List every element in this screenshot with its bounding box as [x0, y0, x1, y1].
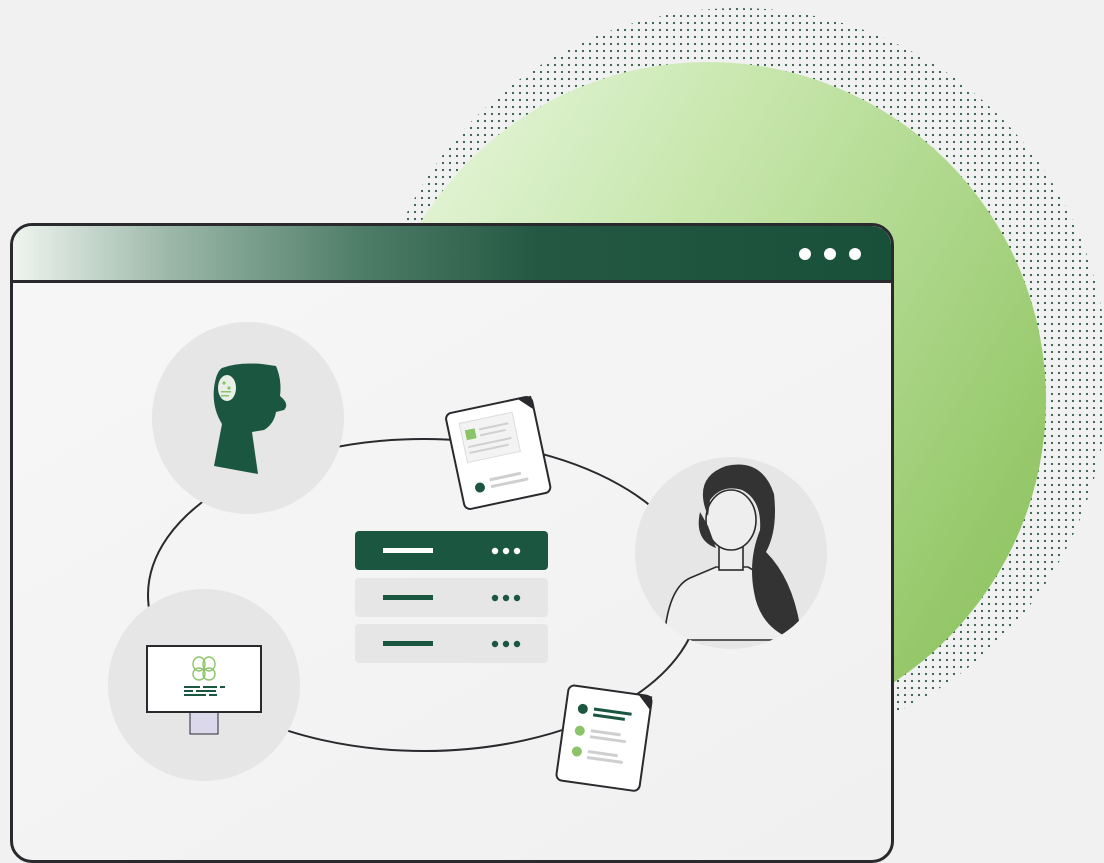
window-dot[interactable] — [799, 248, 811, 260]
window-dot[interactable] — [849, 248, 861, 260]
window-controls — [799, 248, 861, 260]
window-dot[interactable] — [824, 248, 836, 260]
browser-window — [10, 223, 894, 863]
browser-titlebar — [13, 226, 891, 283]
